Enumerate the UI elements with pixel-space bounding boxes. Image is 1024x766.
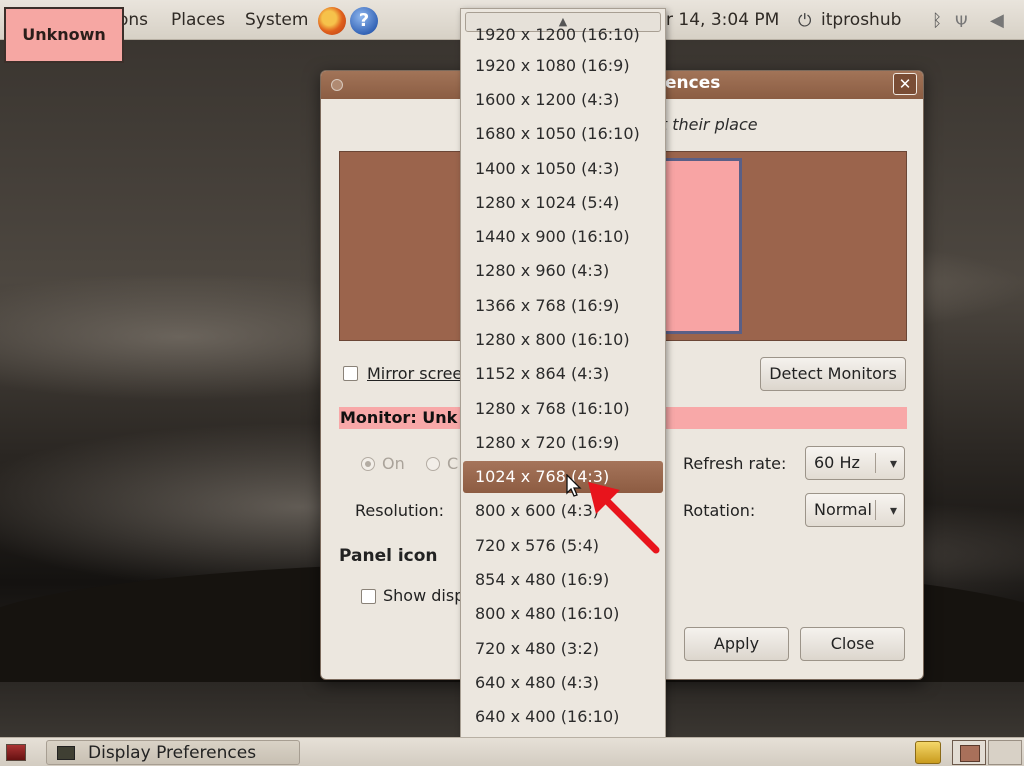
- show-displays-checkbox[interactable]: [361, 589, 376, 604]
- resolution-option[interactable]: 640 x 400 (16:10): [463, 701, 663, 733]
- window-title: ences: [665, 73, 721, 93]
- off-radio[interactable]: [426, 457, 440, 471]
- window-menu-icon[interactable]: [331, 79, 343, 91]
- power-icon[interactable]: ⏻: [798, 11, 811, 31]
- resolution-option[interactable]: 1280 x 768 (16:10): [463, 393, 663, 425]
- resolution-option[interactable]: 1280 x 1024 (5:4): [463, 187, 663, 219]
- monitor-name-tooltip: Unknown: [4, 7, 124, 63]
- resolution-option[interactable]: 1680 x 1050 (16:10): [463, 118, 663, 150]
- close-button[interactable]: Close: [800, 627, 905, 661]
- on-radio[interactable]: [361, 457, 375, 471]
- clock[interactable]: r 14, 3:04 PM: [666, 10, 779, 30]
- bottom-panel: Display Preferences: [0, 737, 1024, 766]
- resolution-dropdown-list[interactable]: ▲ 1920 x 1200 (16:10) 1920 x 1080 (16:9)…: [460, 8, 666, 766]
- volume-icon[interactable]: ◀: [990, 10, 1004, 31]
- close-icon[interactable]: ✕: [893, 73, 917, 95]
- mirror-screens-label[interactable]: Mirror scree: [367, 364, 462, 383]
- apply-button[interactable]: Apply: [684, 627, 789, 661]
- resolution-option[interactable]: 1920 x 1080 (16:9): [463, 50, 663, 82]
- show-displays-label[interactable]: Show disp: [383, 586, 464, 605]
- refresh-rate-label: Refresh rate:: [683, 454, 787, 473]
- resolution-option[interactable]: 1280 x 960 (4:3): [463, 255, 663, 287]
- resolution-option[interactable]: 1600 x 1200 (4:3): [463, 84, 663, 116]
- rotation-label: Rotation:: [683, 501, 756, 520]
- resolution-option-partial[interactable]: 1920 x 1200 (16:10): [463, 19, 663, 51]
- resolution-option[interactable]: 1400 x 1050 (4:3): [463, 153, 663, 185]
- panel-icon-heading: Panel icon: [339, 546, 438, 566]
- resolution-option[interactable]: 1280 x 800 (16:10): [463, 324, 663, 356]
- menu-system[interactable]: System: [245, 10, 308, 30]
- monitor-heading: Monitor: Unk: [340, 408, 458, 427]
- resolution-option[interactable]: 640 x 480 (4:3): [463, 667, 663, 699]
- resolution-option[interactable]: 1280 x 720 (16:9): [463, 427, 663, 459]
- resolution-option[interactable]: 720 x 480 (3:2): [463, 633, 663, 665]
- monitor-rectangle[interactable]: n: [653, 158, 742, 334]
- refresh-rate-value: 60 Hz: [814, 453, 860, 472]
- taskbar-item-label: Display Preferences: [88, 743, 257, 763]
- firefox-icon[interactable]: [318, 7, 346, 35]
- chevron-down-icon: ▾: [889, 503, 897, 519]
- bluetooth-icon[interactable]: ᛒ: [932, 11, 942, 31]
- user-name[interactable]: itproshub: [821, 10, 901, 30]
- taskbar-item-display-preferences[interactable]: Display Preferences: [46, 740, 300, 765]
- resolution-option[interactable]: 1152 x 864 (4:3): [463, 358, 663, 390]
- on-label: On: [382, 454, 405, 473]
- refresh-rate-select[interactable]: 60 Hz ▾: [805, 446, 905, 480]
- show-desktop-icon[interactable]: [6, 744, 26, 761]
- network-icon[interactable]: Ψ: [955, 12, 968, 31]
- annotation-arrow-icon: [588, 482, 660, 554]
- detect-monitors-button[interactable]: Detect Monitors: [760, 357, 906, 391]
- rotation-value: Normal: [814, 500, 872, 519]
- resolution-option[interactable]: 854 x 480 (16:9): [463, 564, 663, 596]
- off-label: C: [447, 454, 459, 473]
- resolution-option[interactable]: 1440 x 900 (16:10): [463, 221, 663, 253]
- instruction-text: et their place: [651, 115, 758, 134]
- workspace-1[interactable]: [952, 740, 986, 765]
- chevron-down-icon: ▾: [889, 456, 897, 472]
- rotation-select[interactable]: Normal ▾: [805, 493, 905, 527]
- mirror-screens-checkbox[interactable]: [343, 366, 358, 381]
- workspace-2[interactable]: [988, 740, 1022, 765]
- resolution-label: Resolution:: [355, 501, 444, 520]
- resolution-option[interactable]: 1366 x 768 (16:9): [463, 290, 663, 322]
- help-icon[interactable]: ?: [350, 7, 378, 35]
- menu-places[interactable]: Places: [171, 10, 225, 30]
- trash-icon[interactable]: [915, 741, 941, 764]
- display-icon: [57, 746, 75, 760]
- resolution-option[interactable]: 800 x 480 (16:10): [463, 598, 663, 630]
